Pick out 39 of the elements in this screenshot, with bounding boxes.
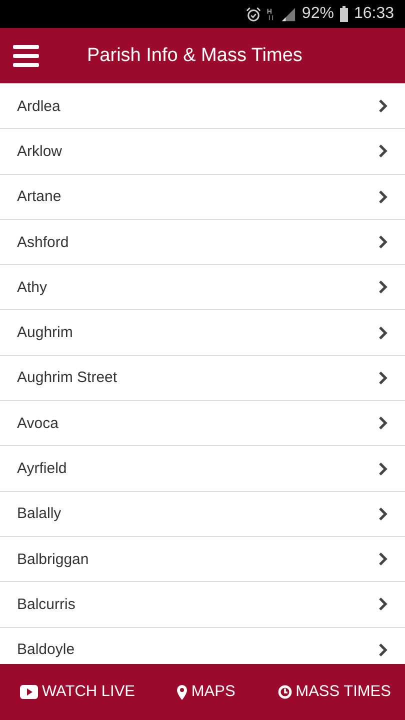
- chevron-right-icon: [378, 144, 388, 158]
- chevron-right-icon: [378, 642, 388, 657]
- chevron-right-icon: [378, 99, 388, 114]
- chevron-right-icon: [378, 190, 388, 204]
- page-title: Parish Info & Mass Times: [87, 44, 302, 66]
- chevron-right-icon: [378, 552, 388, 566]
- battery-icon: [340, 6, 348, 22]
- parish-item[interactable]: Balbriggan: [0, 536, 405, 582]
- parish-item[interactable]: Balcurris: [0, 582, 405, 628]
- video-icon: [20, 685, 38, 699]
- chevron-right-icon: [378, 506, 388, 521]
- chevron-right-icon: [378, 280, 388, 294]
- parish-item[interactable]: Aughrim: [0, 310, 405, 356]
- menu-icon[interactable]: [13, 44, 39, 66]
- chevron-right-icon: [378, 326, 388, 340]
- nav-button[interactable]: MASS TIMES: [278, 683, 391, 701]
- chevron-right-icon: [378, 235, 388, 250]
- alarm-icon: [246, 6, 261, 22]
- clock-icon: [278, 685, 292, 699]
- parish-item[interactable]: Artane: [0, 174, 405, 220]
- chevron-right-icon: [378, 370, 388, 385]
- parish-item[interactable]: Ashford: [0, 220, 405, 266]
- chevron-right-icon: [378, 597, 388, 612]
- network-icon: [266, 6, 275, 22]
- chevron-right-icon: [378, 462, 388, 476]
- clock-time: 16:33: [354, 5, 394, 23]
- parish-item[interactable]: Athy: [0, 265, 405, 310]
- parish-item[interactable]: Avoca: [0, 401, 405, 446]
- nav-button[interactable]: WATCH LIVE: [20, 683, 136, 701]
- map-pin-icon: [177, 684, 188, 700]
- chevron-right-icon: [378, 416, 388, 430]
- signal-icon: [280, 6, 296, 22]
- parish-item[interactable]: Balally: [0, 492, 405, 537]
- nav-button[interactable]: MAPS: [177, 683, 236, 701]
- parish-item[interactable]: Aughrim Street: [0, 356, 405, 402]
- parish-item[interactable]: Ayrfield: [0, 446, 405, 492]
- parish-item[interactable]: Ardlea: [0, 84, 405, 130]
- parish-item[interactable]: Arklow: [0, 129, 405, 175]
- battery-level: 92%: [302, 5, 334, 23]
